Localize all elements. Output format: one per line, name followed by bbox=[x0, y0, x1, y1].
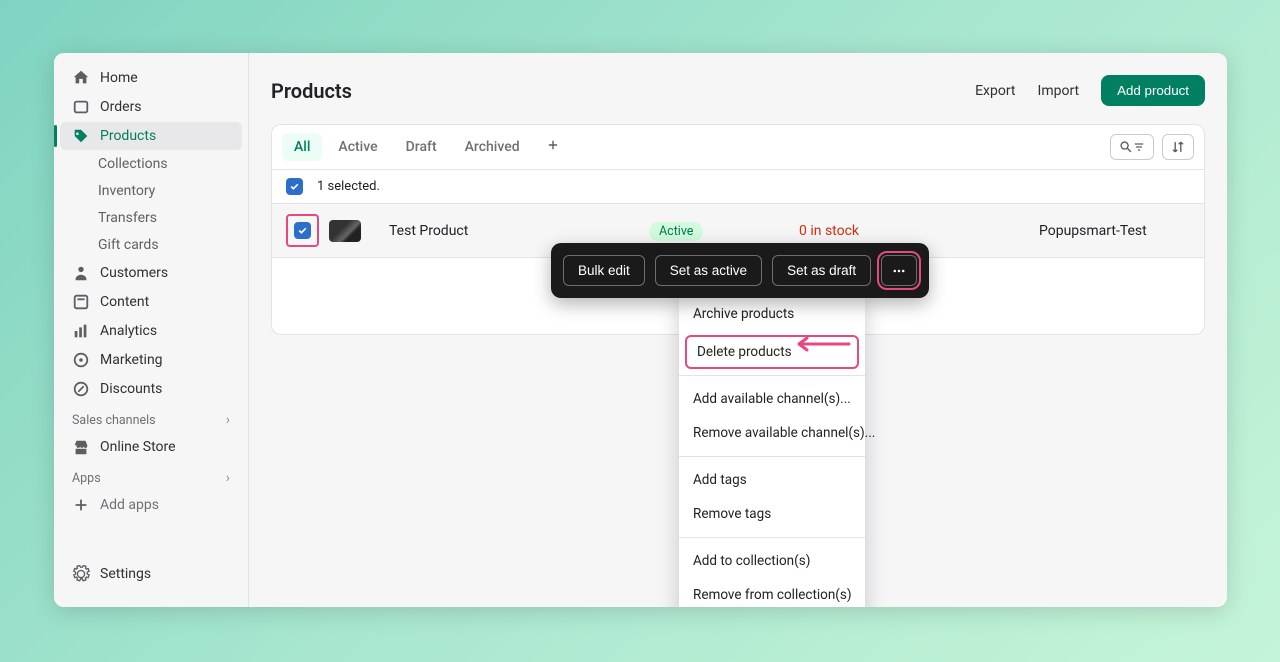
add-product-button[interactable]: Add product bbox=[1101, 75, 1205, 106]
product-vendor: Popupsmart-Test bbox=[1039, 223, 1190, 239]
dd-divider bbox=[679, 375, 865, 376]
main-content: Products Export Import Add product All A… bbox=[249, 53, 1227, 607]
content-icon bbox=[72, 293, 90, 311]
nav-content[interactable]: Content bbox=[60, 288, 242, 316]
add-view-button[interactable] bbox=[536, 133, 570, 161]
nav-orders[interactable]: Orders bbox=[60, 93, 242, 121]
analytics-icon bbox=[72, 322, 90, 340]
product-thumbnail bbox=[329, 220, 361, 242]
row-checkbox[interactable] bbox=[294, 222, 311, 239]
search-filter-button[interactable] bbox=[1110, 134, 1154, 160]
tab-active[interactable]: Active bbox=[326, 133, 389, 161]
nav-label: Settings bbox=[100, 566, 151, 582]
dd-addtags[interactable]: Add tags bbox=[679, 463, 865, 497]
tab-all[interactable]: All bbox=[282, 133, 322, 161]
page-title: Products bbox=[271, 79, 352, 103]
target-icon bbox=[72, 351, 90, 369]
dd-divider bbox=[679, 456, 865, 457]
import-link[interactable]: Import bbox=[1038, 83, 1080, 99]
status-badge: Active bbox=[649, 222, 703, 241]
nav-marketing[interactable]: Marketing bbox=[60, 346, 242, 374]
row-checkbox-highlight bbox=[286, 214, 319, 247]
dd-addcollection[interactable]: Add to collection(s) bbox=[679, 544, 865, 578]
nav-label: Online Store bbox=[100, 439, 176, 455]
set-active-button[interactable]: Set as active bbox=[655, 255, 762, 286]
plus-icon bbox=[72, 496, 90, 514]
sort-button[interactable] bbox=[1162, 134, 1194, 160]
dd-archive[interactable]: Archive products bbox=[679, 297, 865, 331]
sidebar: Home Orders Products Collections Invento… bbox=[54, 53, 249, 607]
nav-label: Content bbox=[100, 294, 149, 310]
nav-giftcards[interactable]: Gift cards bbox=[60, 232, 242, 258]
nav-onlinestore[interactable]: Online Store bbox=[60, 433, 242, 461]
orders-icon bbox=[72, 98, 90, 116]
nav-label: Add apps bbox=[100, 497, 159, 513]
section-label: Sales channels bbox=[72, 413, 156, 428]
nav-discounts[interactable]: Discounts bbox=[60, 375, 242, 403]
nav-label: Orders bbox=[100, 99, 142, 115]
nav-customers[interactable]: Customers bbox=[60, 259, 242, 287]
nav-collections[interactable]: Collections bbox=[60, 151, 242, 177]
nav-inventory[interactable]: Inventory bbox=[60, 178, 242, 204]
more-actions-button[interactable] bbox=[881, 255, 917, 286]
nav-label: Products bbox=[100, 128, 156, 144]
bulk-action-bar: Bulk edit Set as active Set as draft bbox=[551, 243, 929, 298]
section-apps[interactable]: Apps › bbox=[54, 462, 248, 490]
product-stock: 0 in stock bbox=[799, 223, 1039, 239]
section-saleschannels[interactable]: Sales channels › bbox=[54, 404, 248, 432]
nav-products[interactable]: Products bbox=[60, 122, 242, 150]
discount-icon bbox=[72, 380, 90, 398]
selection-row: 1 selected. bbox=[272, 169, 1204, 204]
chevron-right-icon: › bbox=[226, 470, 230, 486]
tab-archived[interactable]: Archived bbox=[453, 133, 532, 161]
nav-label: Analytics bbox=[100, 323, 157, 339]
person-icon bbox=[72, 264, 90, 282]
dd-addchannel[interactable]: Add available channel(s)... bbox=[679, 382, 865, 416]
section-label: Apps bbox=[72, 471, 101, 486]
nav-label: Home bbox=[100, 70, 138, 86]
annotation-arrow bbox=[791, 334, 851, 358]
gear-icon bbox=[72, 565, 90, 583]
nav-label: Marketing bbox=[100, 352, 163, 368]
selection-text: 1 selected. bbox=[317, 179, 380, 194]
store-icon bbox=[72, 438, 90, 456]
set-draft-button[interactable]: Set as draft bbox=[772, 255, 871, 286]
dd-removetags[interactable]: Remove tags bbox=[679, 497, 865, 531]
export-link[interactable]: Export bbox=[975, 83, 1015, 99]
app-window: Home Orders Products Collections Invento… bbox=[54, 53, 1227, 607]
nav-home[interactable]: Home bbox=[60, 64, 242, 92]
nav-addapps[interactable]: Add apps bbox=[60, 491, 242, 519]
nav-analytics[interactable]: Analytics bbox=[60, 317, 242, 345]
nav-transfers[interactable]: Transfers bbox=[60, 205, 242, 231]
tab-draft[interactable]: Draft bbox=[394, 133, 449, 161]
product-name[interactable]: Test Product bbox=[389, 223, 649, 239]
tag-icon bbox=[72, 127, 90, 145]
dd-removecollection[interactable]: Remove from collection(s) bbox=[679, 578, 865, 607]
home-icon bbox=[72, 69, 90, 87]
nav-label: Customers bbox=[100, 265, 168, 281]
chevron-right-icon: › bbox=[226, 412, 230, 428]
nav-label: Discounts bbox=[100, 381, 162, 397]
dd-removechannel[interactable]: Remove available channel(s)... bbox=[679, 416, 865, 450]
nav-settings[interactable]: Settings bbox=[60, 560, 242, 588]
select-all-checkbox[interactable] bbox=[286, 178, 303, 195]
dd-divider bbox=[679, 537, 865, 538]
bulk-edit-button[interactable]: Bulk edit bbox=[563, 255, 645, 286]
